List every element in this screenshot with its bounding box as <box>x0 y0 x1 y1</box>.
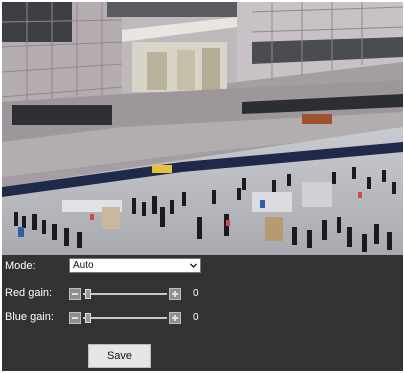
blue-gain-value: 0 <box>193 312 199 323</box>
mode-select[interactable]: Auto <box>69 258 201 273</box>
plus-icon-vertical <box>174 315 176 321</box>
red-gain-decrease-button[interactable] <box>69 288 81 300</box>
red-gain-value: 0 <box>193 288 199 299</box>
mode-label: Mode: <box>5 260 36 272</box>
blue-gain-increase-button[interactable] <box>169 312 181 324</box>
blue-gain-decrease-button[interactable] <box>69 312 81 324</box>
save-button[interactable]: Save <box>88 344 151 368</box>
minus-icon <box>72 293 78 295</box>
camera-settings-panel: Mode: Auto Red gain: 0 Blue gain: 0 Save <box>2 2 403 371</box>
plus-icon-vertical <box>174 291 176 297</box>
red-gain-slider[interactable] <box>69 288 181 300</box>
camera-live-view <box>2 2 403 255</box>
chevron-down-icon <box>190 263 197 268</box>
minus-icon <box>72 317 78 319</box>
red-gain-increase-button[interactable] <box>169 288 181 300</box>
blue-gain-slider[interactable] <box>69 312 181 324</box>
red-gain-track[interactable] <box>83 293 167 295</box>
mode-select-value: Auto <box>73 260 94 271</box>
blue-gain-track[interactable] <box>83 317 167 319</box>
red-gain-thumb[interactable] <box>85 289 91 299</box>
red-gain-label: Red gain: <box>5 287 53 299</box>
blue-gain-label: Blue gain: <box>5 311 54 323</box>
blue-gain-thumb[interactable] <box>85 313 91 323</box>
